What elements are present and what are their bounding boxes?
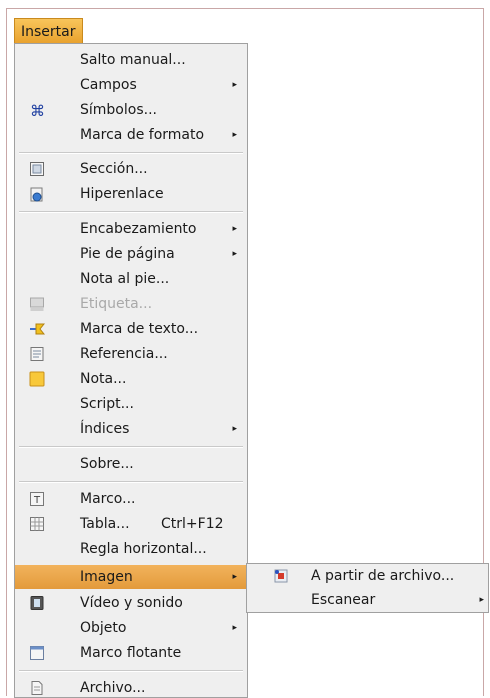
menu-item-label: Referencia... — [80, 346, 168, 362]
submenu-arrow-icon: ▸ — [232, 572, 237, 582]
menu-item-label: Nota al pie... — [80, 271, 170, 287]
menu-item-label: Símbolos... — [80, 102, 157, 118]
menu-item-imagen[interactable]: Imagen ▸ — [15, 565, 247, 589]
menu-item-label: Salto manual... — [80, 52, 186, 68]
menu-item-label: Marco... — [80, 491, 136, 507]
menu-item-nota-al-pie[interactable]: Nota al pie... — [15, 267, 247, 291]
menu-item-label: Marca de texto... — [80, 321, 199, 337]
svg-text:⌘: ⌘ — [30, 102, 45, 118]
menu-item-marca-de-texto[interactable]: Marca de texto... — [15, 317, 247, 341]
menu-item-label: Regla horizontal... — [80, 541, 207, 557]
menu-item-video-y-sonido[interactable]: Vídeo y sonido — [15, 591, 247, 615]
menu-item-campos[interactable]: Campos ▸ — [15, 73, 247, 97]
menu-item-label: Sección... — [80, 161, 148, 177]
menu-item-label: Vídeo y sonido — [80, 595, 183, 611]
submenu-item-escanear[interactable]: Escanear ▸ — [247, 588, 488, 612]
submenu-arrow-icon: ▸ — [232, 130, 237, 140]
menu-item-tabla[interactable]: Tabla... Ctrl+F12 — [15, 512, 247, 536]
menu-item-label: Script... — [80, 396, 134, 412]
bookmark-icon — [29, 321, 46, 337]
submenu-item-a-partir-de-archivo[interactable]: A partir de archivo... — [247, 564, 488, 588]
menu-insertar[interactable]: Insertar — [14, 18, 83, 44]
menu-item-label: Sobre... — [80, 456, 134, 472]
submenu-arrow-icon: ▸ — [232, 224, 237, 234]
menu-item-label: Archivo... — [80, 680, 146, 696]
submenu-item-label: Escanear — [311, 592, 376, 608]
menu-item-objeto[interactable]: Objeto ▸ — [15, 616, 247, 640]
menu-item-label: Marca de formato — [80, 127, 205, 143]
file-icon — [29, 680, 45, 696]
table-icon — [29, 516, 45, 532]
menu-item-archivo[interactable]: Archivo... — [15, 676, 247, 697]
menu-item-label: Hiperenlace — [80, 186, 164, 202]
section-icon — [29, 161, 45, 177]
submenu-arrow-icon: ▸ — [232, 623, 237, 633]
menu-item-regla-horizontal[interactable]: Regla horizontal... — [15, 537, 247, 561]
menu-item-marco-flotante[interactable]: Marco flotante — [15, 641, 247, 665]
film-icon — [29, 595, 45, 611]
menu-item-salto-manual[interactable]: Salto manual... — [15, 48, 247, 72]
menu-item-indices[interactable]: Índices ▸ — [15, 417, 247, 441]
menu-separator — [19, 670, 243, 672]
menu-item-label: Nota... — [80, 371, 127, 387]
image-file-icon — [273, 568, 289, 584]
menu-item-label: Tabla... — [80, 516, 130, 532]
menu-item-referencia[interactable]: Referencia... — [15, 342, 247, 366]
menu-item-nota[interactable]: Nota... — [15, 367, 247, 391]
menu-item-label: Marco flotante — [80, 645, 182, 661]
insert-menu: Salto manual... Campos ▸ ⌘ Símbolos... M… — [14, 43, 248, 698]
menu-separator — [19, 211, 243, 213]
menu-item-marco[interactable]: T Marco... — [15, 487, 247, 511]
svg-text:T: T — [33, 495, 41, 506]
menu-item-seccion[interactable]: Sección... — [15, 157, 247, 181]
menu-item-etiqueta: Etiqueta... — [15, 292, 247, 316]
submenu-arrow-icon: ▸ — [232, 249, 237, 259]
submenu-arrow-icon: ▸ — [479, 595, 484, 605]
hyperlink-icon — [29, 186, 45, 202]
menu-item-shortcut: Ctrl+F12 — [161, 516, 224, 532]
imagen-submenu: A partir de archivo... Escanear ▸ — [246, 563, 489, 613]
menu-item-pie-de-pagina[interactable]: Pie de página ▸ — [15, 242, 247, 266]
menu-item-simbolos[interactable]: ⌘ Símbolos... — [15, 98, 247, 122]
caption-icon — [29, 296, 45, 312]
menu-item-sobre[interactable]: Sobre... — [15, 452, 247, 476]
menu-item-script[interactable]: Script... — [15, 392, 247, 416]
reference-icon — [29, 346, 45, 362]
menu-item-marca-de-formato[interactable]: Marca de formato ▸ — [15, 123, 247, 147]
menu-item-label: Campos — [80, 77, 137, 93]
floating-frame-icon — [29, 645, 45, 661]
menu-separator — [19, 152, 243, 154]
menu-item-label: Imagen — [80, 569, 133, 585]
submenu-arrow-icon: ▸ — [232, 424, 237, 434]
menu-separator — [19, 446, 243, 448]
menu-item-label: Etiqueta... — [80, 296, 153, 312]
note-icon — [29, 371, 45, 387]
menu-item-label: Índices — [80, 421, 130, 437]
menu-separator — [19, 481, 243, 483]
submenu-arrow-icon: ▸ — [232, 80, 237, 90]
frame-icon: T — [29, 491, 45, 507]
menu-item-label: Encabezamiento — [80, 221, 197, 237]
menu-item-encabezamiento[interactable]: Encabezamiento ▸ — [15, 217, 247, 241]
command-icon: ⌘ — [29, 102, 45, 120]
menu-item-hiperenlace[interactable]: Hiperenlace — [15, 182, 247, 206]
submenu-item-label: A partir de archivo... — [311, 568, 455, 584]
menu-item-label: Pie de página — [80, 246, 175, 262]
menu-item-label: Objeto — [80, 620, 127, 636]
